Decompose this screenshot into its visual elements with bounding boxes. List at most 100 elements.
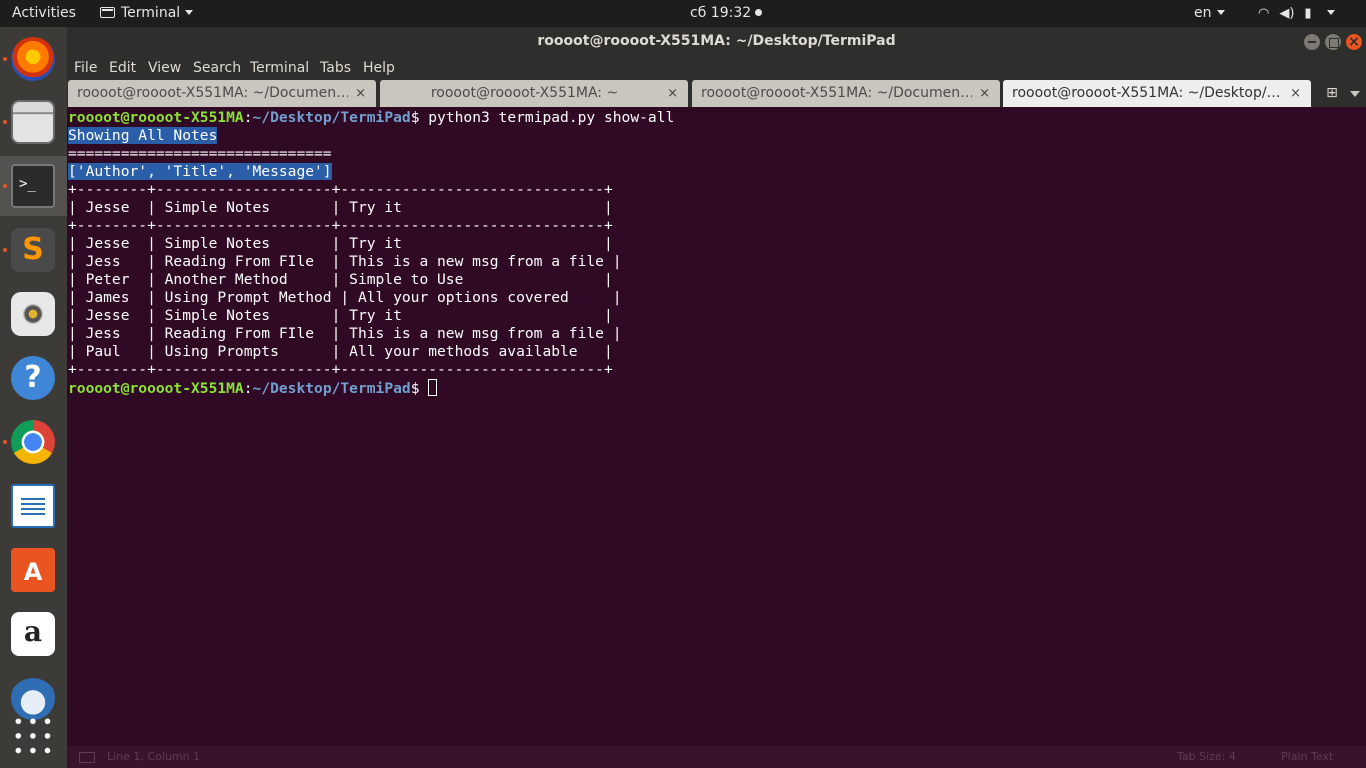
libreoffice-writer-icon: [11, 484, 55, 528]
running-indicator: [3, 57, 7, 61]
show-applications-icon: [11, 714, 55, 758]
dock-sublime-text[interactable]: S: [0, 220, 67, 280]
command-text: python3 termipad.py show-all: [428, 109, 675, 126]
tab[interactable]: roooot@roooot-X551MA: ~/Documen… ×: [692, 80, 1000, 107]
terminal-icon: [100, 7, 115, 18]
table-row: | Jess | Reading From FIle | This is a n…: [68, 325, 622, 342]
tab-label: roooot@roooot-X551MA: ~: [430, 85, 619, 101]
tab-label: roooot@roooot-X551MA: ~/Documen…: [77, 85, 348, 101]
output-line: ['Author', 'Title', 'Message']: [68, 163, 332, 181]
terminal-scrollbar[interactable]: [1362, 107, 1366, 746]
selected-text: ['Author', 'Title', 'Message']: [68, 163, 332, 180]
show-applications-button[interactable]: [0, 706, 67, 766]
window-title-bar[interactable]: roooot@roooot-X551MA: ~/Desktop/TermiPad: [67, 27, 1366, 56]
files-icon: [11, 100, 55, 144]
window-title: roooot@roooot-X551MA: ~/Desktop/TermiPad: [537, 33, 896, 49]
prompt-path: ~/Desktop/TermiPad: [252, 380, 411, 397]
output-line: ==============================: [68, 145, 332, 162]
dock-speaker[interactable]: [0, 284, 67, 344]
chevron-down-icon: [1326, 10, 1335, 15]
menu-file[interactable]: File: [74, 56, 97, 80]
running-indicator: [3, 440, 7, 444]
menu-view[interactable]: View: [148, 56, 181, 80]
tab-bar: roooot@roooot-X551MA: ~/Documen… × roooo…: [67, 80, 1366, 107]
dock-terminal[interactable]: >_: [0, 156, 67, 216]
table-border: +--------+--------------------+---------…: [68, 217, 613, 234]
chrome-icon: [11, 420, 55, 464]
dock-files[interactable]: [0, 92, 67, 152]
new-tab-icon[interactable]: ⊞: [1321, 80, 1343, 107]
table-row: | Jesse | Simple Notes | Try it |: [68, 199, 613, 216]
prompt-separator: :: [243, 109, 253, 126]
dock-amazon[interactable]: a: [0, 604, 67, 664]
tab-label: roooot@roooot-X551MA: ~/Documen…: [701, 85, 972, 101]
running-indicator: [3, 120, 7, 124]
dock-chrome[interactable]: [0, 412, 67, 472]
language-label: en: [1194, 5, 1212, 21]
speaker-icon: [11, 292, 55, 336]
tab-list-dropdown[interactable]: [1346, 80, 1362, 107]
table-border: +--------+--------------------+---------…: [68, 181, 613, 198]
clock[interactable]: сб 19:32: [690, 0, 763, 27]
table-row: | Jesse | Simple Notes | Try it |: [68, 235, 613, 252]
running-indicator: [3, 248, 7, 252]
top-bar: Activities Terminal сб 19:32 en ◠ ◀) ▮: [0, 0, 1366, 27]
status-bar: Line 1, Column 1 Tab Size: 4 Plain Text: [67, 746, 1366, 768]
tab-active[interactable]: roooot@roooot-X551MA: ~/Desktop/… ×: [1003, 80, 1311, 107]
volume-icon: ◀): [1279, 6, 1295, 21]
clock-label: сб 19:32: [690, 5, 752, 21]
cursor-position: Line 1, Column 1: [107, 750, 201, 763]
table-row: | Peter | Another Method | Simple to Use…: [68, 271, 613, 288]
table-border: +--------+--------------------+---------…: [68, 361, 613, 378]
output-line: Showing All Notes: [68, 127, 218, 145]
prompt-line: roooot@roooot-X551MA:~/Desktop/TermiPad$: [68, 379, 438, 397]
system-tray[interactable]: ◠ ◀) ▮: [1258, 0, 1345, 27]
table-row: | Paul | Using Prompts | All your method…: [68, 343, 613, 360]
prompt-user: roooot@roooot-X551MA: [68, 109, 244, 126]
prompt-dollar: $: [410, 380, 429, 397]
tab[interactable]: roooot@roooot-X551MA: ~/Documen… ×: [68, 80, 376, 107]
prompt-user: roooot@roooot-X551MA: [68, 380, 244, 397]
menu-bar: File Edit View Search Terminal Tabs Help: [67, 56, 1366, 80]
dock-firefox[interactable]: [0, 29, 67, 89]
activities-button[interactable]: Activities: [12, 0, 76, 27]
close-icon[interactable]: ×: [667, 80, 678, 107]
minimize-button[interactable]: [1304, 34, 1320, 50]
menu-tabs[interactable]: Tabs: [320, 56, 351, 80]
running-indicator: [3, 184, 7, 188]
amazon-icon: a: [11, 612, 55, 656]
menu-terminal[interactable]: Terminal: [250, 56, 309, 80]
tab-size: Tab Size: 4: [1177, 750, 1236, 763]
language-selector[interactable]: en: [1194, 0, 1225, 27]
dock-help[interactable]: ?: [0, 348, 67, 408]
panel-toggle-icon: [79, 752, 95, 763]
tab[interactable]: roooot@roooot-X551MA: ~ ×: [380, 80, 688, 107]
text-cursor: [428, 379, 438, 396]
chevron-down-icon: [1216, 10, 1225, 15]
table-row: | James | Using Prompt Method | All your…: [68, 289, 622, 306]
battery-icon: ▮: [1304, 6, 1312, 21]
terminal-output[interactable]: roooot@roooot-X551MA:~/Desktop/TermiPad$…: [67, 107, 1362, 746]
chevron-down-icon: [185, 10, 194, 15]
prompt-separator: :: [243, 380, 253, 397]
close-icon[interactable]: ×: [979, 80, 990, 107]
prompt-path: ~/Desktop/TermiPad: [252, 109, 411, 126]
menu-help[interactable]: Help: [363, 56, 395, 80]
menu-edit[interactable]: Edit: [109, 56, 136, 80]
app-menu-button[interactable]: Terminal: [100, 0, 194, 27]
dock: >_ S ? A a: [0, 27, 67, 768]
dock-libreoffice-writer[interactable]: [0, 476, 67, 536]
close-icon[interactable]: ×: [355, 80, 366, 107]
prompt-dollar: $: [410, 109, 429, 126]
close-icon[interactable]: ×: [1290, 80, 1301, 107]
software-center-icon: A: [11, 548, 55, 592]
notification-dot-icon: [755, 9, 763, 16]
close-window-button[interactable]: [1346, 34, 1362, 50]
sublime-text-icon: S: [11, 228, 55, 272]
tab-label: roooot@roooot-X551MA: ~/Desktop/…: [1012, 85, 1281, 101]
dock-software-center[interactable]: A: [0, 540, 67, 600]
maximize-button[interactable]: [1325, 34, 1341, 50]
menu-search[interactable]: Search: [193, 56, 241, 80]
table-row: | Jesse | Simple Notes | Try it |: [68, 307, 613, 324]
command-line: roooot@roooot-X551MA:~/Desktop/TermiPad$…: [68, 109, 674, 127]
